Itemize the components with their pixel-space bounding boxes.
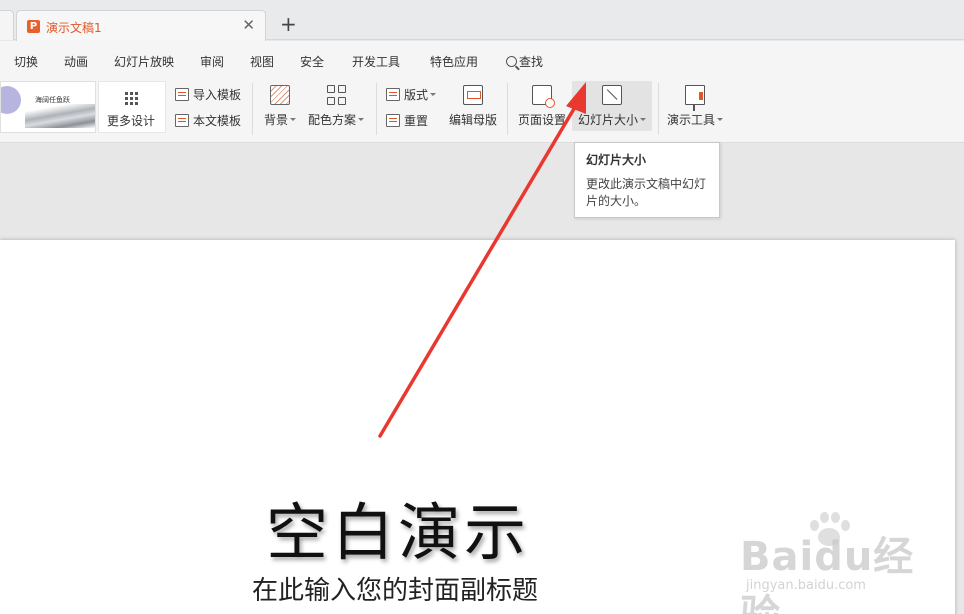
menu-animations[interactable]: 动画 <box>64 53 88 70</box>
layout-button[interactable]: 版式 <box>386 86 437 103</box>
page-setup-icon <box>532 85 555 108</box>
reset-button[interactable]: 重置 <box>386 112 428 129</box>
this-template-icon <box>175 114 189 127</box>
menu-special-apps[interactable]: 特色应用 <box>430 53 478 70</box>
ribbon-separator <box>658 83 659 135</box>
chevron-down-icon <box>430 93 437 96</box>
chevron-down-icon <box>290 118 296 121</box>
tooltip-description: 更改此演示文稿中幻灯片的大小。 <box>586 177 707 208</box>
presentation-tools-icon <box>685 85 705 111</box>
tab-bar: P 演示文稿1 ✕ + <box>0 0 964 41</box>
background-button[interactable]: 背景 <box>262 85 298 128</box>
reset-label: 重置 <box>404 114 429 128</box>
design-ribbon: 海阔任鱼跃 更多设计 导入模板 本文模板 背景 配色方案 版式 重置 编辑母版 … <box>0 79 964 143</box>
reset-icon <box>386 114 400 127</box>
thumbnail-landscape-image <box>25 104 95 128</box>
menu-search[interactable]: 查找 <box>506 53 543 70</box>
tooltip-title: 幻灯片大小 <box>586 153 647 167</box>
search-icon <box>506 56 517 67</box>
color-scheme-button[interactable]: 配色方案 <box>305 85 367 128</box>
background-label: 背景 <box>263 113 288 127</box>
new-tab-button[interactable]: + <box>280 14 297 34</box>
layout-label: 版式 <box>404 88 429 102</box>
this-template-button[interactable]: 本文模板 <box>175 112 241 129</box>
menu-review[interactable]: 审阅 <box>200 53 224 70</box>
menu-developer-tools[interactable]: 开发工具 <box>352 53 400 70</box>
edit-master-icon <box>463 85 483 105</box>
color-scheme-icon <box>326 85 346 105</box>
previous-tab-stub[interactable] <box>0 10 14 40</box>
ribbon-separator <box>252 83 253 135</box>
presentation-tools-label: 演示工具 <box>666 113 715 127</box>
chevron-down-icon <box>717 118 723 121</box>
ribbon-separator <box>507 83 508 135</box>
menu-slideshow[interactable]: 幻灯片放映 <box>114 53 174 70</box>
page-setup-label: 页面设置 <box>517 113 566 127</box>
ribbon-separator <box>376 83 377 135</box>
slide-size-icon <box>602 85 622 105</box>
menu-security[interactable]: 安全 <box>300 53 324 70</box>
menu-view[interactable]: 视图 <box>250 53 274 70</box>
more-design-label: 更多设计 <box>107 114 156 128</box>
grid-icon <box>125 92 138 105</box>
slide-size-label: 幻灯片大小 <box>577 113 638 127</box>
layout-icon <box>386 88 400 101</box>
presentation-file-icon: P <box>27 20 40 33</box>
color-scheme-label: 配色方案 <box>307 113 356 127</box>
slide-title[interactable]: 空白演示 <box>0 482 796 572</box>
watermark-logo: Baidu经验 <box>740 534 915 614</box>
baidu-watermark: Baidu经验 jingyan.baidu.com <box>740 510 955 614</box>
presentation-tools-button[interactable]: 演示工具 <box>666 85 724 128</box>
slide-subtitle[interactable]: 在此输入您的封面副标题 <box>0 570 790 607</box>
document-tab-title: 演示文稿1 <box>46 21 102 35</box>
edit-master-label: 编辑母版 <box>448 113 497 127</box>
import-template-icon <box>175 88 189 101</box>
page-setup-button[interactable]: 页面设置 <box>516 85 568 128</box>
slide-size-tooltip: 幻灯片大小 更改此演示文稿中幻灯片的大小。 <box>574 142 720 218</box>
slide-size-button[interactable]: 幻灯片大小 <box>575 85 649 128</box>
template-thumbnail[interactable]: 海阔任鱼跃 <box>0 81 96 133</box>
search-label: 查找 <box>519 55 544 69</box>
thumbnail-decoration <box>1 86 21 114</box>
this-template-label: 本文模板 <box>193 114 242 128</box>
watermark-url: jingyan.baidu.com <box>746 578 866 593</box>
more-design-button[interactable]: 更多设计 <box>98 81 166 133</box>
menu-bar: 切换 动画 幻灯片放映 审阅 视图 安全 开发工具 特色应用 查找 <box>0 41 964 79</box>
chevron-down-icon <box>358 118 364 121</box>
edit-master-button[interactable]: 编辑母版 <box>448 85 498 128</box>
document-tab[interactable]: P 演示文稿1 ✕ <box>16 10 266 41</box>
background-icon <box>270 85 290 105</box>
chevron-down-icon <box>640 118 646 121</box>
import-template-button[interactable]: 导入模板 <box>175 86 241 103</box>
menu-transitions[interactable]: 切换 <box>14 53 38 70</box>
import-template-label: 导入模板 <box>193 88 242 102</box>
close-tab-icon[interactable]: ✕ <box>242 16 255 34</box>
